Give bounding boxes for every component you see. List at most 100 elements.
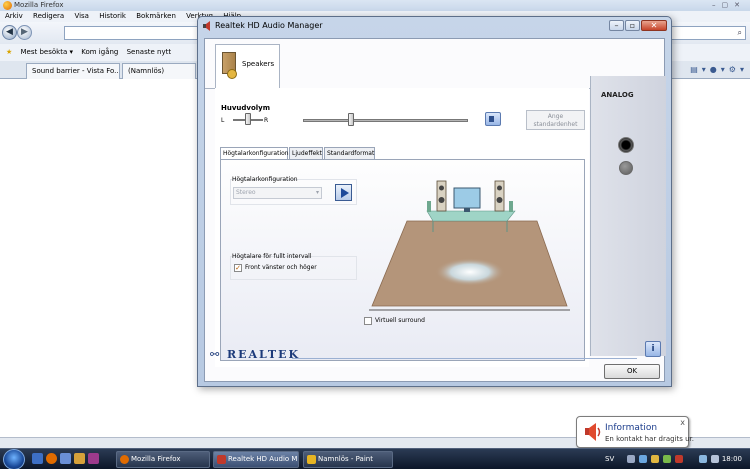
info-button[interactable]: i — [645, 341, 661, 357]
balloon-text: En kontakt har dragits ur. — [605, 435, 695, 443]
analog-label: ANALOG — [601, 91, 634, 99]
subtab-label: Högtalarkonfiguration — [223, 150, 289, 157]
taskbar-realtek[interactable]: Realtek HD Audio M... — [213, 451, 299, 468]
firefox-icon — [120, 455, 129, 464]
speaker-app-icon — [217, 455, 226, 464]
set-default-device-button[interactable]: Ange standardenhet — [526, 110, 585, 130]
tray-arrow-icon[interactable] — [627, 455, 635, 463]
menu-redigera[interactable]: Redigera — [33, 12, 64, 20]
analog-jack-panel: ANALOG — [590, 76, 666, 356]
close-button[interactable]: ✕ — [641, 20, 667, 31]
chevron-down-icon: ▾ — [315, 189, 319, 196]
subtab-label: Ljudeffekt — [292, 150, 322, 157]
update-icon[interactable] — [663, 455, 671, 463]
tab-default-format[interactable]: Standardformat — [324, 147, 375, 159]
room-illustration — [369, 180, 570, 311]
speaker-config-panel: Högtalarkonfiguration Stereo ▾ Högtalare… — [220, 159, 585, 361]
virtual-surround-checkbox[interactable] — [364, 317, 372, 325]
subtab-label: Standardformat — [327, 150, 375, 157]
search-box[interactable]: ⌕ — [666, 26, 746, 40]
minimize-button[interactable]: – — [609, 20, 624, 31]
tab-label: Sound barrier - Vista Fo... — [32, 67, 120, 75]
show-desktop-icon[interactable] — [32, 453, 43, 464]
bookmark-mest-besokta[interactable]: Mest besökta ▾ — [21, 48, 73, 56]
menu-historik[interactable]: Historik — [99, 12, 126, 20]
paint-icon — [307, 455, 316, 464]
speaker-config-label: Högtalarkonfiguration — [232, 176, 298, 183]
tab-sound-effects[interactable]: Ljudeffekt — [289, 147, 323, 159]
volume-slider-thumb[interactable] — [347, 113, 354, 126]
balance-slider-thumb[interactable] — [245, 113, 251, 125]
clock[interactable]: 18:00 — [722, 449, 742, 469]
maximize-button[interactable]: ▫ — [625, 20, 640, 31]
firefox-window-controls[interactable]: –▢✕ — [712, 0, 746, 11]
play-test-button[interactable] — [335, 184, 352, 201]
menu-arkiv[interactable]: Arkiv — [5, 12, 23, 20]
network-icon[interactable] — [639, 455, 647, 463]
balance-left-label: L — [221, 117, 225, 124]
speaker-config-value: Stereo — [236, 189, 256, 196]
speaker-app-icon — [203, 21, 210, 31]
ok-button[interactable]: OK — [604, 364, 660, 379]
firefox-right-tools[interactable]: ▤▾●▾⚙▾ — [690, 61, 748, 79]
speaker-stand-right — [509, 201, 513, 212]
volume-icon[interactable] — [699, 455, 707, 463]
back-button[interactable]: ◀ — [2, 25, 17, 40]
mute-button[interactable] — [485, 112, 501, 126]
system-tray: SV 18:00 — [605, 449, 750, 469]
switch-windows-icon[interactable] — [60, 453, 71, 464]
notification-balloon[interactable]: Information En kontakt har dragits ur. x — [576, 416, 694, 453]
url-bar[interactable] — [64, 26, 204, 40]
taskbar-label: Realtek HD Audio M... — [228, 455, 299, 463]
bookmark-senaste-nytt[interactable]: Senaste nytt — [127, 48, 171, 56]
default-device-check-icon — [227, 69, 237, 79]
taskbar-label: Namnlös - Paint — [318, 455, 373, 463]
realtek-client: Speakers Huvudvolym L R Ange standardenh… — [204, 38, 666, 382]
play-icon — [341, 188, 349, 198]
bookmark-kom-igang[interactable]: Kom igång — [81, 48, 118, 56]
info-icon: i — [651, 344, 655, 354]
front-lr-checkbox[interactable]: ✓ — [234, 264, 242, 272]
firefox-logo-icon — [3, 1, 12, 10]
security-icon[interactable] — [651, 455, 659, 463]
realtek-title: Realtek HD Audio Manager — [215, 21, 323, 30]
menu-visa[interactable]: Visa — [74, 12, 89, 20]
desk — [426, 210, 516, 222]
realtek-titlebar[interactable]: Realtek HD Audio Manager – ▫ ✕ — [198, 17, 671, 35]
bookmark-star-icon[interactable]: ★ — [6, 48, 12, 56]
menu-bokmarken[interactable]: Bokmärken — [136, 12, 176, 20]
volume-title: Huvudvolym — [221, 104, 271, 112]
audio-warning-icon[interactable] — [675, 455, 683, 463]
balloon-close-button[interactable]: x — [680, 418, 685, 427]
power-icon[interactable] — [711, 455, 719, 463]
search-icon: ⌕ — [737, 28, 742, 37]
realtek-crab-icon: ⚯ — [210, 348, 220, 361]
speakers-tab[interactable]: Speakers — [215, 44, 280, 89]
balloon-title: Information — [605, 423, 658, 433]
speaker-stand-left — [427, 201, 431, 212]
balance-right-label: R — [264, 117, 269, 124]
taskbar-label: Mozilla Firefox — [131, 455, 181, 463]
jack-gray-icon[interactable] — [619, 161, 633, 175]
start-button[interactable] — [3, 449, 25, 469]
monitor-screen — [453, 187, 481, 209]
language-indicator[interactable]: SV — [605, 449, 614, 469]
speaker-mute-icon — [489, 116, 494, 122]
firefox-title: Mozilla Firefox — [14, 1, 64, 9]
volume-slider-track[interactable] — [303, 119, 468, 122]
tab-namnlos[interactable]: (Namnlös) — [122, 63, 196, 79]
tab-sound-barrier[interactable]: Sound barrier - Vista Fo... — [26, 63, 120, 79]
explorer-quicklaunch-icon[interactable] — [74, 453, 85, 464]
speaker-config-dropdown[interactable]: Stereo ▾ — [233, 187, 322, 199]
forward-button[interactable]: ▶ — [17, 25, 32, 40]
front-lr-label: Front vänster och höger — [245, 264, 317, 271]
monitor-stand — [464, 208, 470, 212]
realtek-brand: REALTEK — [227, 348, 301, 361]
taskbar-firefox[interactable]: Mozilla Firefox — [116, 451, 210, 468]
firefox-titlebar: Mozilla Firefox –▢✕ — [0, 0, 750, 11]
firefox-quicklaunch-icon[interactable] — [46, 453, 57, 464]
media-quicklaunch-icon[interactable] — [88, 453, 99, 464]
jack-black-icon[interactable] — [618, 137, 634, 153]
taskbar-paint[interactable]: Namnlös - Paint — [303, 451, 393, 468]
realtek-window: Realtek HD Audio Manager – ▫ ✕ Speakers Hu… — [197, 16, 672, 387]
